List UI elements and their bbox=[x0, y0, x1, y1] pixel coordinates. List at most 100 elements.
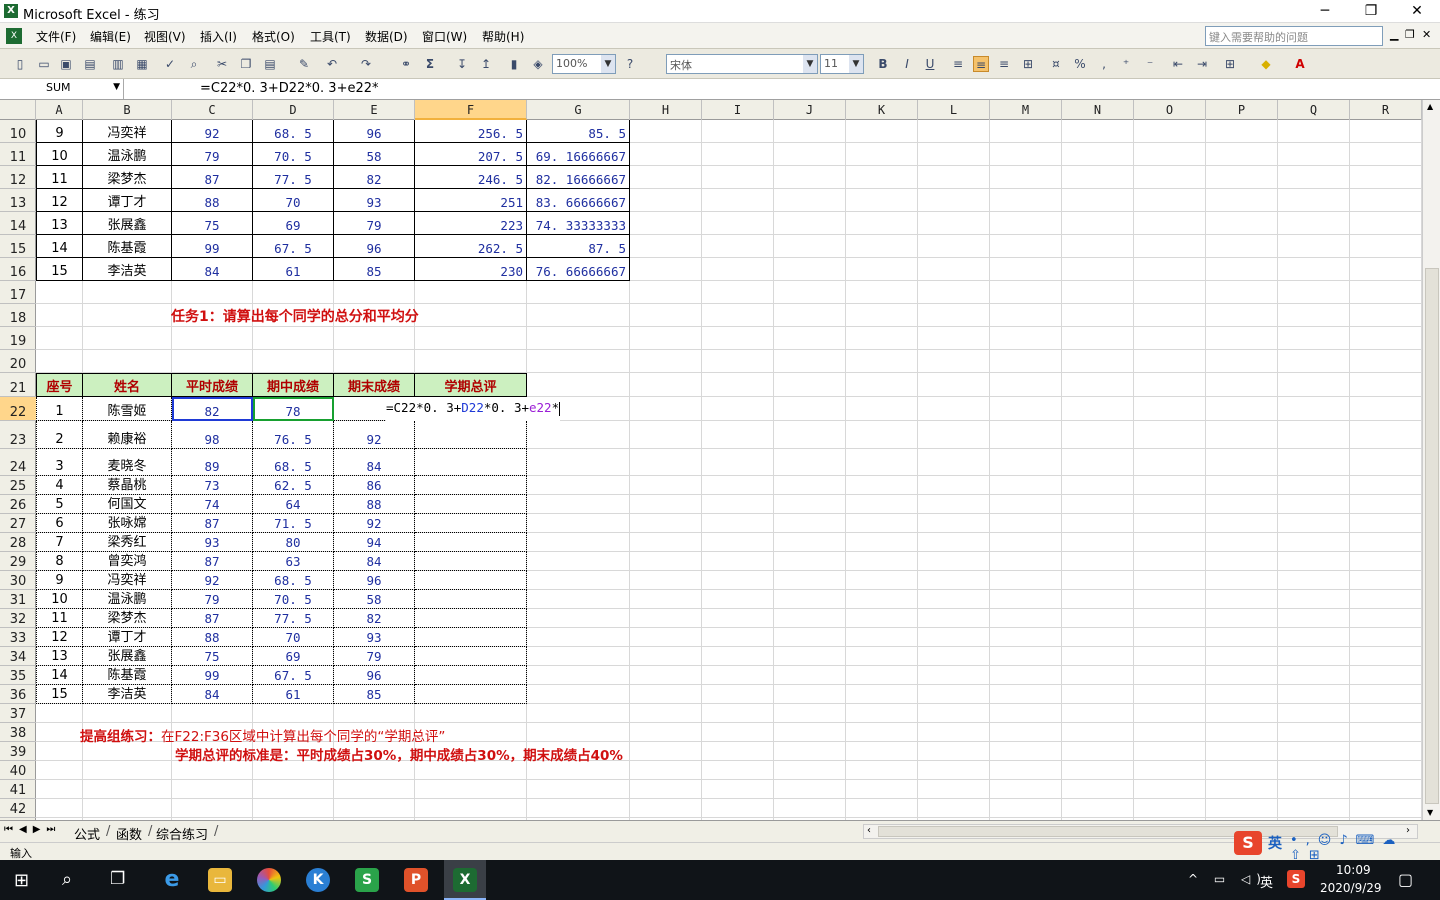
ime-toolbar-icons[interactable]: •,☺♪⌨☁⇧⊞ bbox=[1290, 833, 1440, 863]
column-header-g[interactable]: G bbox=[527, 100, 630, 120]
row-header-32[interactable]: 32 bbox=[0, 609, 36, 628]
workbook-close-button[interactable]: ✕ bbox=[1422, 28, 1431, 41]
top-table-cell[interactable]: 79 bbox=[334, 212, 415, 235]
row-header-36[interactable]: 36 bbox=[0, 685, 36, 704]
top-table-cell[interactable]: 256. 5 bbox=[415, 120, 527, 143]
menu-edit[interactable]: 编辑(E) bbox=[90, 28, 131, 45]
score-table-cell[interactable]: 68. 5 bbox=[253, 449, 334, 476]
top-table-cell[interactable]: 96 bbox=[334, 120, 415, 143]
menu-file[interactable]: 文件(F) bbox=[36, 28, 76, 45]
column-header-a[interactable]: A bbox=[36, 100, 83, 120]
score-table-cell[interactable]: 3 bbox=[36, 449, 83, 476]
top-table-cell[interactable]: 77. 5 bbox=[253, 166, 334, 189]
workbook-icon[interactable]: X bbox=[6, 28, 22, 44]
top-table-cell[interactable]: 85. 5 bbox=[527, 120, 630, 143]
top-table-cell[interactable]: 84 bbox=[172, 258, 253, 281]
formula-input[interactable]: =C22*0. 3+D22*0. 3+e22* bbox=[200, 81, 379, 96]
score-table-cell[interactable]: 赖康裕 bbox=[83, 421, 172, 449]
percent-icon[interactable]: % bbox=[1072, 56, 1088, 72]
top-table-cell[interactable]: 246. 5 bbox=[415, 166, 527, 189]
top-table-cell[interactable]: 61 bbox=[253, 258, 334, 281]
column-header-m[interactable]: M bbox=[990, 100, 1062, 120]
score-table-cell[interactable]: 10 bbox=[36, 590, 83, 609]
row-header-15[interactable]: 15 bbox=[0, 235, 36, 258]
save-icon[interactable]: ▣ bbox=[58, 56, 74, 72]
ime-mode-label[interactable]: 英 bbox=[1268, 833, 1282, 853]
row-header-10[interactable]: 10 bbox=[0, 120, 36, 143]
semester-total-cell[interactable] bbox=[415, 514, 527, 533]
top-table-cell[interactable]: 11 bbox=[36, 166, 83, 189]
top-table-cell[interactable]: 12 bbox=[36, 189, 83, 212]
menu-tools[interactable]: 工具(T) bbox=[310, 28, 351, 45]
row-header-27[interactable]: 27 bbox=[0, 514, 36, 533]
top-table-cell[interactable]: 李洁英 bbox=[83, 258, 172, 281]
menu-insert[interactable]: 插入(I) bbox=[200, 28, 237, 45]
score-table-cell[interactable]: 88 bbox=[334, 495, 415, 514]
column-header-n[interactable]: N bbox=[1062, 100, 1134, 120]
top-table-cell[interactable]: 262. 5 bbox=[415, 235, 527, 258]
top-table-cell[interactable]: 75 bbox=[172, 212, 253, 235]
top-table-cell[interactable]: 67. 5 bbox=[253, 235, 334, 258]
semester-total-cell[interactable] bbox=[415, 476, 527, 495]
select-all-button[interactable] bbox=[0, 100, 36, 120]
menu-data[interactable]: 数据(D) bbox=[365, 28, 408, 45]
row-header-34[interactable]: 34 bbox=[0, 647, 36, 666]
score-table-cell[interactable]: 87 bbox=[172, 552, 253, 571]
semester-total-cell[interactable] bbox=[415, 552, 527, 571]
align-left-icon[interactable]: ≡ bbox=[950, 56, 966, 72]
score-table-cell[interactable]: 79 bbox=[172, 590, 253, 609]
score-table-cell[interactable]: 84 bbox=[334, 552, 415, 571]
score-table-cell[interactable]: 82 bbox=[334, 609, 415, 628]
score-table-cell[interactable]: 13 bbox=[36, 647, 83, 666]
row-header-37[interactable]: 37 bbox=[0, 704, 36, 723]
semester-total-cell[interactable] bbox=[415, 647, 527, 666]
score-table-cell[interactable]: 93 bbox=[172, 533, 253, 552]
score-table-cell[interactable]: 张展鑫 bbox=[83, 647, 172, 666]
semester-total-cell[interactable] bbox=[415, 449, 527, 476]
semester-total-cell[interactable] bbox=[415, 533, 527, 552]
top-table-cell[interactable]: 70. 5 bbox=[253, 143, 334, 166]
score-table-cell[interactable]: 曾奕鸿 bbox=[83, 552, 172, 571]
row-header-13[interactable]: 13 bbox=[0, 189, 36, 212]
format-painter-icon[interactable]: ✎ bbox=[296, 56, 312, 72]
borders-icon[interactable]: ⊞ bbox=[1222, 56, 1238, 72]
scroll-left-icon[interactable]: ‹ bbox=[867, 825, 871, 836]
top-table-cell[interactable]: 74. 33333333 bbox=[527, 212, 630, 235]
top-table-cell[interactable]: 92 bbox=[172, 120, 253, 143]
row-header-17[interactable]: 17 bbox=[0, 281, 36, 304]
score-table-cell[interactable]: 70 bbox=[253, 628, 334, 647]
score-table-cell[interactable]: 99 bbox=[172, 666, 253, 685]
score-table-cell[interactable]: 92 bbox=[172, 571, 253, 590]
score-table-cell[interactable]: 86 bbox=[334, 476, 415, 495]
workbook-restore-button[interactable]: ❐ bbox=[1405, 28, 1415, 41]
chevron-down-icon[interactable]: ▼ bbox=[803, 55, 817, 73]
maximize-button[interactable]: ❐ bbox=[1348, 0, 1394, 23]
help-icon[interactable]: ? bbox=[622, 56, 638, 72]
row-header-26[interactable]: 26 bbox=[0, 495, 36, 514]
score-table-cell[interactable]: 梁秀红 bbox=[83, 533, 172, 552]
top-table-cell[interactable]: 温泳鹏 bbox=[83, 143, 172, 166]
top-table-cell[interactable]: 87. 5 bbox=[527, 235, 630, 258]
tray-language[interactable]: 英 bbox=[1260, 872, 1273, 891]
sort-ascending-icon[interactable]: ↧ bbox=[454, 56, 470, 72]
top-table-cell[interactable]: 83. 66666667 bbox=[527, 189, 630, 212]
currency-icon[interactable]: ¤ bbox=[1048, 56, 1064, 72]
column-header-e[interactable]: E bbox=[334, 100, 415, 120]
score-header-cell[interactable]: 平时成绩 bbox=[172, 373, 253, 397]
score-table-cell[interactable]: 2 bbox=[36, 421, 83, 449]
chevron-down-icon[interactable]: ▼ bbox=[849, 55, 863, 73]
score-table-cell[interactable]: 61 bbox=[253, 685, 334, 704]
align-right-icon[interactable]: ≡ bbox=[996, 56, 1012, 72]
comma-style-icon[interactable]: , bbox=[1096, 56, 1112, 72]
minimize-button[interactable]: ─ bbox=[1302, 0, 1348, 23]
score-table-cell[interactable]: 1 bbox=[36, 397, 83, 421]
score-table-cell[interactable]: 何国文 bbox=[83, 495, 172, 514]
top-table-cell[interactable]: 14 bbox=[36, 235, 83, 258]
print-preview-icon[interactable]: ▦ bbox=[134, 56, 150, 72]
cut-icon[interactable]: ✂ bbox=[214, 56, 230, 72]
score-table-cell[interactable]: 58 bbox=[334, 590, 415, 609]
kugou-icon[interactable]: K bbox=[306, 868, 330, 892]
score-table-cell[interactable]: 93 bbox=[334, 628, 415, 647]
top-table-cell[interactable]: 82 bbox=[334, 166, 415, 189]
research-icon[interactable]: ⌕ bbox=[186, 56, 202, 72]
